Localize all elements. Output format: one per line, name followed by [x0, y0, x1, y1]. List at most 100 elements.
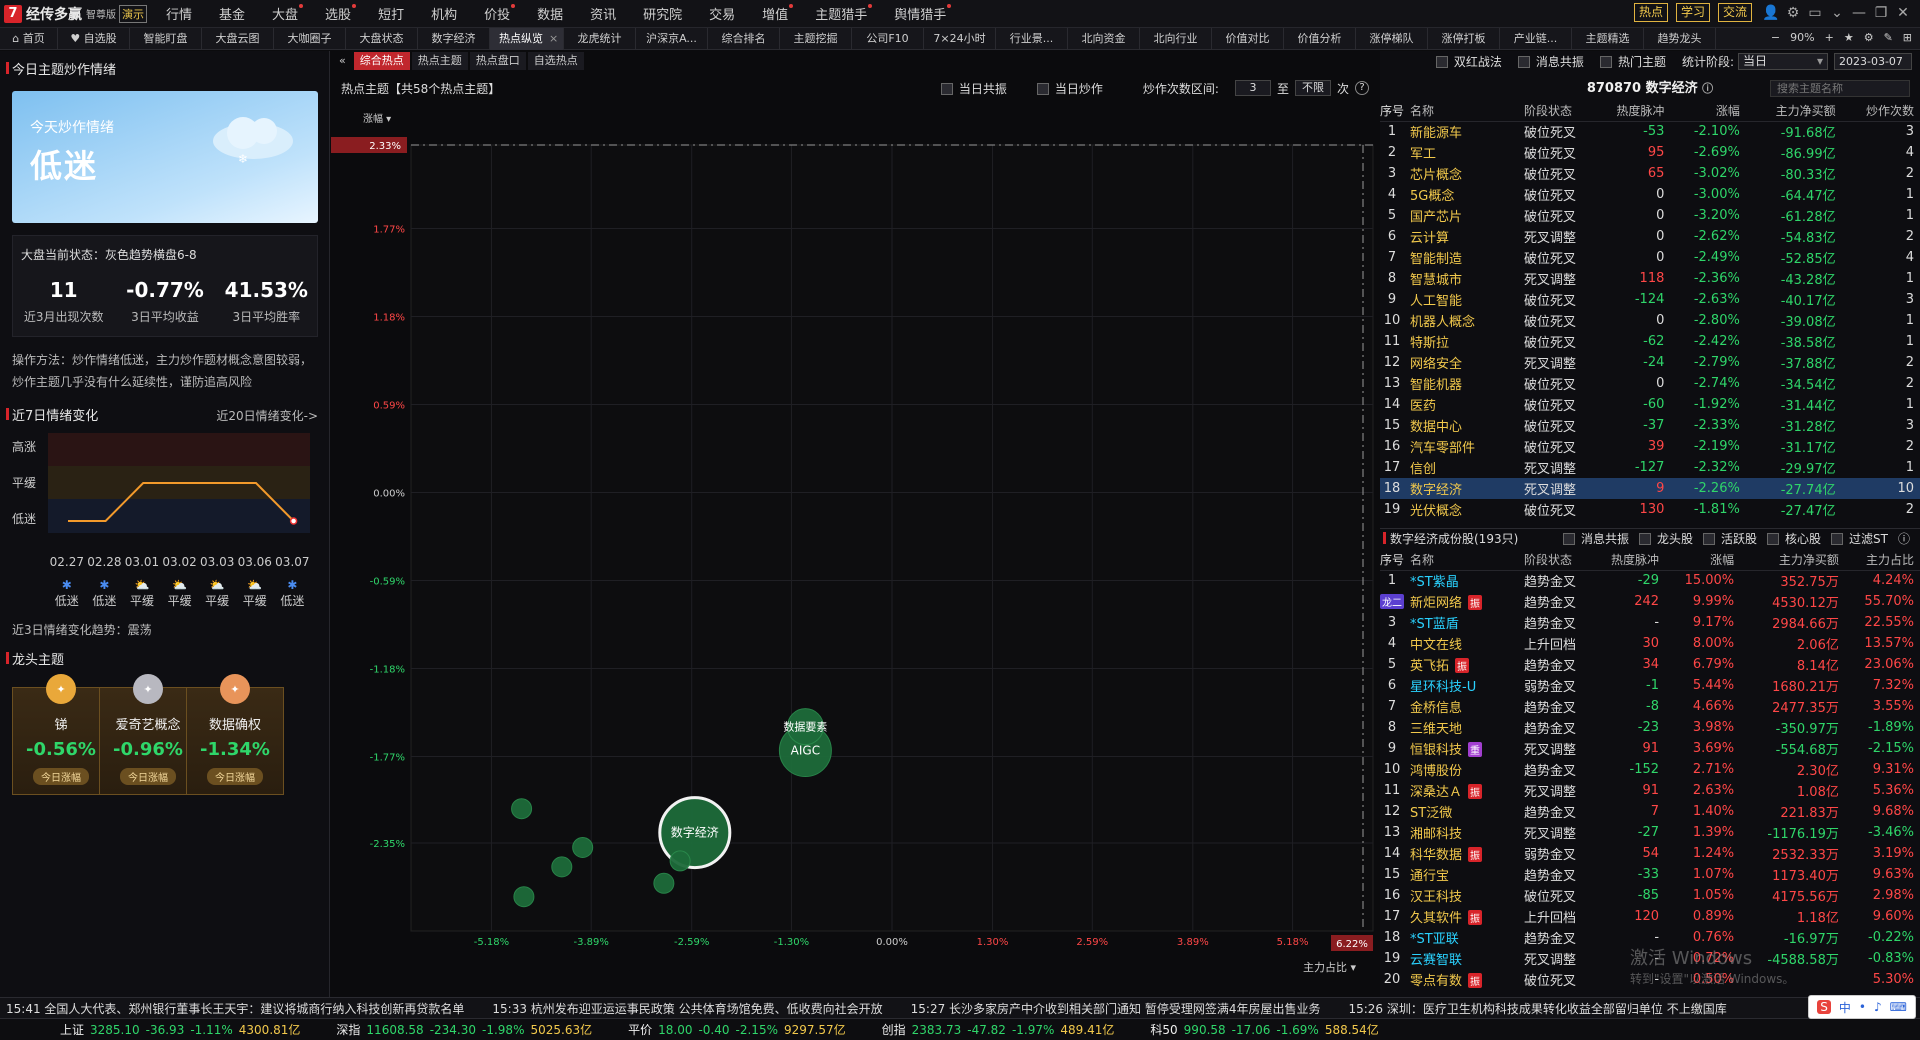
theme-search-input[interactable]: 搜索主题名称: [1770, 80, 1910, 97]
collapse-icon[interactable]: «: [333, 52, 352, 70]
tab-3[interactable]: 大盘云图: [202, 27, 274, 50]
tab-10[interactable]: 综合排名: [708, 27, 780, 50]
menu-item-4[interactable]: 短打: [378, 4, 404, 23]
table-row[interactable]: 11 特斯拉 破位死叉 -62 -2.42% -38.58亿 1: [1380, 331, 1920, 352]
ime-tray[interactable]: S 中 • ♪ ⌨: [1808, 995, 1916, 1019]
tab-16[interactable]: 北向行业: [1140, 27, 1212, 50]
news-item[interactable]: 15:33 杭州发布迎亚运运事民政策 公共体育场馆免费、低收费向社会开放: [492, 1000, 882, 1017]
tab-6[interactable]: 数字经济: [418, 27, 490, 50]
table-row[interactable]: 15 通行宝 趋势金叉 -33 1.07% 1173.40万 9.63%: [1380, 864, 1920, 885]
table-row[interactable]: 3 芯片概念 破位死叉 65 -3.02% -80.33亿 2: [1380, 163, 1920, 184]
tab-19[interactable]: 涨停梯队: [1356, 27, 1428, 50]
scatter-point[interactable]: [653, 872, 675, 894]
hot-button[interactable]: 热点: [1633, 3, 1668, 22]
menu-item-5[interactable]: 机构: [431, 4, 457, 23]
tab-15[interactable]: 北向资金: [1068, 27, 1140, 50]
table-row[interactable]: 8 智慧城市 死叉调整 118 -2.36% -43.28亿 1: [1380, 268, 1920, 289]
minimize-icon[interactable]: —: [1848, 5, 1870, 21]
grid-icon[interactable]: ⊞: [1903, 31, 1912, 44]
user-icon[interactable]: 👤: [1760, 5, 1782, 21]
maximize-icon[interactable]: ❐: [1870, 5, 1892, 21]
tab-17[interactable]: 价值对比: [1212, 27, 1284, 50]
table-row[interactable]: 19 光伏概念 破位死叉 130 -1.81% -27.47亿 2: [1380, 499, 1920, 520]
table-row[interactable]: 12 ST泛微 趋势金叉 7 1.40% 221.83万 9.68%: [1380, 801, 1920, 822]
star-icon[interactable]: ★: [1844, 31, 1854, 44]
news-item[interactable]: 15:27 长沙多家房产中介收到相关部门通知 暂停受理网签满4年房屋出售业务: [911, 1000, 1321, 1017]
table-row[interactable]: 9 恒银科技重 死叉调整 91 3.69% -554.68万 -2.15%: [1380, 738, 1920, 759]
gear-icon[interactable]: ⚙: [1782, 5, 1804, 21]
table-row[interactable]: 龙二 新炬网络振 趋势金叉 242 9.99% 4530.12万 55.70%: [1380, 591, 1920, 612]
scatter-point[interactable]: [572, 836, 594, 858]
tab-20[interactable]: 涨停打板: [1428, 27, 1500, 50]
tab-9[interactable]: 沪深京A...: [636, 27, 708, 50]
menu-item-11[interactable]: 增值: [762, 4, 794, 23]
theme-scatter-plot[interactable]: -5.18% -3.89% -2.59% -1.30% 0.00% 1.30% 2.59% 3…: [331, 103, 1379, 993]
menu-item-12[interactable]: 主题猎手: [815, 4, 873, 23]
settings-icon[interactable]: ⚙: [1864, 31, 1874, 44]
tab-close-icon[interactable]: ×: [549, 32, 558, 45]
news-item[interactable]: 15:41 全国人大代表、郑州银行董事长王天宇：建议将城商行纳入科技创新再贷款名…: [6, 1000, 464, 1017]
layout-icon[interactable]: ▭: [1804, 5, 1826, 21]
menu-item-1[interactable]: 基金: [219, 4, 245, 23]
close-icon[interactable]: ✕: [1892, 5, 1914, 21]
filter-checkbox[interactable]: 活跃股: [1703, 530, 1757, 547]
date-picker[interactable]: 2023-03-07: [1834, 52, 1912, 70]
table-row[interactable]: 8 三维天地 趋势金叉 -23 3.98% -350.97万 -1.89%: [1380, 717, 1920, 738]
table-row[interactable]: 13 湘邮科技 死叉调整 -27 1.39% -1176.19万 -3.46%: [1380, 822, 1920, 843]
index-item[interactable]: 平价 18.00 -0.40 -2.15% 9297.57亿: [628, 1021, 852, 1038]
hot-theme-checkbox[interactable]: 热门主题: [1599, 53, 1666, 70]
subtab-theme[interactable]: 热点主题: [411, 52, 468, 70]
chevron-down-icon[interactable]: ⌄: [1826, 5, 1848, 21]
scatter-point[interactable]: [669, 850, 691, 872]
menu-item-8[interactable]: 资讯: [590, 4, 616, 23]
table-row[interactable]: 1 新能源车 破位死叉 -53 -2.10% -91.68亿 3: [1380, 121, 1920, 142]
scatter-point[interactable]: [551, 856, 573, 878]
news-ticker[interactable]: 15:41 全国人大代表、郑州银行董事长王天宇：建议将城商行纳入科技创新再贷款名…: [0, 997, 1920, 1018]
tab-18[interactable]: 价值分析: [1284, 27, 1356, 50]
tab-0[interactable]: ⌂ 首页: [0, 27, 58, 50]
menu-item-6[interactable]: 价投: [484, 4, 516, 23]
table-row[interactable]: 6 星环科技-U 弱势金叉 -1 5.44% 1680.21万 7.32%: [1380, 675, 1920, 696]
table-row[interactable]: 4 中文在线 上升回档 30 8.00% 2.06亿 13.57%: [1380, 633, 1920, 654]
table-row[interactable]: 13 智能机器 破位死叉 0 -2.74% -34.54亿 2: [1380, 373, 1920, 394]
menu-item-2[interactable]: 大盘: [272, 4, 304, 23]
tab-13[interactable]: 7×24小时: [924, 27, 996, 50]
table-row[interactable]: 5 英飞拓振 趋势金叉 34 6.79% 8.14亿 23.06%: [1380, 654, 1920, 675]
tab-12[interactable]: 公司F10: [852, 27, 924, 50]
double-red-checkbox[interactable]: 双红战法: [1435, 53, 1502, 70]
table-row[interactable]: 14 医药 破位死叉 -60 -1.92% -31.44亿 1: [1380, 394, 1920, 415]
menu-item-13[interactable]: 舆情猎手: [894, 4, 952, 23]
stage-select[interactable]: 当日: [1738, 52, 1828, 70]
leader-card-0[interactable]: ✦ 锑 -0.56% 今日涨幅: [12, 674, 110, 795]
subtab-watchlist[interactable]: 自选热点: [527, 52, 584, 70]
help-icon-2[interactable]: ⓘ: [1898, 530, 1910, 547]
menu-item-0[interactable]: 行情: [166, 4, 192, 23]
tab-11[interactable]: 主题挖掘: [780, 27, 852, 50]
table-row[interactable]: 15 数据中心 破位死叉 -37 -2.33% -31.28亿 3: [1380, 415, 1920, 436]
table-row[interactable]: 7 智能制造 破位死叉 0 -2.49% -52.85亿 4: [1380, 247, 1920, 268]
tab-14[interactable]: 行业景...: [996, 27, 1068, 50]
table-row[interactable]: 4 5G概念 破位死叉 0 -3.00% -64.47亿 1: [1380, 184, 1920, 205]
tab-8[interactable]: 龙虎统计: [564, 27, 636, 50]
tab-7[interactable]: 热点纵览 ×: [490, 27, 564, 50]
tab-23[interactable]: 趋势龙头: [1644, 27, 1716, 50]
table-row[interactable]: 7 金桥信息 趋势金叉 -8 4.66% 2477.35万 3.55%: [1380, 696, 1920, 717]
resonance-checkbox[interactable]: 当日共振: [940, 80, 1007, 97]
index-item[interactable]: 上证 3285.10 -36.93 -1.11% 4300.81亿: [60, 1021, 306, 1038]
tab-5[interactable]: 大盘状态: [346, 27, 418, 50]
range-from-input[interactable]: 3: [1234, 80, 1271, 96]
scatter-point[interactable]: [511, 798, 533, 820]
table-row[interactable]: 14 科华数据振 弱势金叉 54 1.24% 2532.33万 3.19%: [1380, 843, 1920, 864]
menu-item-7[interactable]: 数据: [537, 4, 563, 23]
learn-button[interactable]: 学习: [1675, 3, 1710, 22]
tab-21[interactable]: 产业链...: [1500, 27, 1572, 50]
filter-checkbox[interactable]: 龙头股: [1638, 530, 1693, 547]
table-row[interactable]: 9 人工智能 破位死叉 -124 -2.63% -40.17亿 3: [1380, 289, 1920, 310]
leader-card-2[interactable]: ✦ 数据确权 -1.34% 今日涨幅: [186, 674, 284, 795]
scatter-point[interactable]: [513, 886, 535, 908]
leader-card-1[interactable]: ✦ 爱奇艺概念 -0.96% 今日涨幅: [99, 674, 197, 795]
filter-checkbox[interactable]: 过滤ST: [1831, 530, 1888, 547]
table-row[interactable]: 5 国产芯片 破位死叉 0 -3.20% -61.28亿 1: [1380, 205, 1920, 226]
menu-item-10[interactable]: 交易: [709, 4, 735, 23]
app-logo[interactable]: 7 经传多赢 智尊版 演示: [0, 4, 166, 24]
